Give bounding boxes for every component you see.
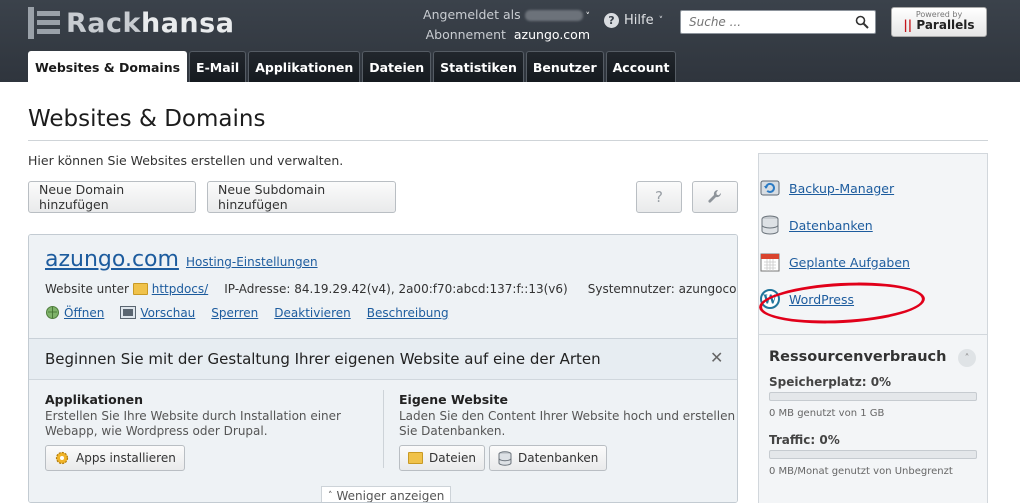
tab-statistics[interactable]: Statistiken: [433, 51, 524, 82]
tab-websites-domains[interactable]: Websites & Domains: [28, 51, 188, 82]
traffic-bar: [769, 450, 977, 459]
domain-info-row: Website unter httpdocs/ IP-Adresse: 84.1…: [45, 282, 736, 296]
main-tabs: Websites & Domains E-Mail Applikationen …: [28, 51, 677, 82]
backup-icon: [760, 180, 780, 196]
scheduled-tasks-link[interactable]: Geplante Aufgaben: [789, 255, 910, 270]
folder-icon: [408, 452, 423, 464]
tab-users[interactable]: Benutzer: [525, 51, 604, 82]
hosting-settings-link[interactable]: Hosting-Einstellungen: [186, 255, 318, 269]
subscription-value[interactable]: azungo.com: [514, 27, 590, 42]
logged-in-label: Angemeldet als: [423, 7, 521, 22]
disk-usage-note: 0 MB genutzt von 1 GB: [769, 408, 885, 419]
wrench-icon: [708, 189, 722, 203]
disk-usage-label: Speicherplatz: 0%: [769, 375, 892, 389]
globe-icon: [46, 306, 59, 319]
install-apps-button[interactable]: Apps installieren: [45, 445, 185, 471]
traffic-note: 0 MB/Monat genutzt von Unbegrenzt: [769, 466, 953, 477]
add-subdomain-button[interactable]: Neue Subdomain hinzufügen: [207, 181, 396, 213]
domain-actions: Öffnen Vorschau Sperren Deaktivieren Bes…: [45, 305, 449, 320]
question-icon: ?: [604, 13, 619, 28]
preview-icon: [120, 306, 137, 319]
resource-usage-title: Ressourcenverbrauch: [769, 349, 947, 365]
domain-name-link[interactable]: azungo.com: [45, 247, 179, 272]
tab-email[interactable]: E-Mail: [189, 51, 247, 82]
domain-card: azungo.com Hosting-Einstellungen Website…: [28, 234, 738, 503]
right-sidebar: Backup-Manager Datenbanken Geplante Aufg…: [758, 153, 988, 503]
install-apps-label: Apps installieren: [76, 451, 176, 465]
files-button[interactable]: Dateien: [399, 445, 486, 471]
apps-title: Applikationen: [45, 392, 144, 407]
domain-header: azungo.com Hosting-Einstellungen Website…: [29, 235, 737, 338]
tab-applications[interactable]: Applikationen: [248, 51, 361, 82]
disk-usage-bar: [769, 392, 977, 401]
page-title: Websites & Domains: [28, 106, 266, 132]
intro-text: Hier können Sie Websites erstellen und v…: [28, 153, 344, 168]
sidebar-item-scheduled-tasks[interactable]: Geplante Aufgaben: [760, 253, 910, 272]
system-user: Systemnutzer: azungoco: [587, 282, 737, 296]
database-icon: [761, 215, 779, 235]
database-icon: [498, 450, 512, 466]
preview-action[interactable]: Vorschau: [120, 306, 195, 320]
help-menu[interactable]: ? Hilfe ˅: [604, 13, 663, 28]
get-started-title: Beginnen Sie mit der Gestaltung Ihrer ei…: [45, 350, 601, 368]
column-divider: [383, 390, 384, 468]
docroot-link[interactable]: httpdocs/: [152, 282, 208, 296]
own-website-description: Laden Sie den Content Ihrer Website hoch…: [399, 409, 736, 438]
get-started-panel: Beginnen Sie mit der Gestaltung Ihrer ei…: [29, 338, 737, 503]
parallels-logo-icon: ||: [903, 18, 913, 32]
website-label: Website unter: [45, 282, 129, 296]
open-link[interactable]: Öffnen: [64, 306, 104, 320]
databases-button[interactable]: Datenbanken: [489, 445, 608, 471]
tab-account[interactable]: Account: [605, 51, 677, 82]
chevron-up-icon: ˄: [328, 490, 333, 501]
files-label: Dateien: [429, 451, 477, 465]
get-started-options: Applikationen Erstellen Sie Ihre Website…: [29, 379, 737, 503]
show-less-label: Weniger anzeigen: [336, 488, 445, 503]
logo-bars-icon: [28, 7, 60, 39]
preview-link[interactable]: Vorschau: [140, 306, 195, 320]
help-label: Hilfe: [624, 13, 654, 28]
add-domain-button[interactable]: Neue Domain hinzufügen: [28, 181, 196, 213]
traffic-label: Traffic: 0%: [769, 433, 840, 447]
search-box[interactable]: [680, 10, 876, 34]
parallels-name: Parallels: [916, 18, 975, 32]
gear-icon: [55, 451, 69, 465]
chevron-down-icon: ˅: [658, 15, 664, 26]
show-less-toggle[interactable]: ˄ Weniger anzeigen: [321, 486, 452, 503]
tab-files[interactable]: Dateien: [362, 51, 432, 82]
deactivate-link[interactable]: Deaktivieren: [274, 306, 350, 320]
help-button[interactable]: ?: [636, 181, 682, 213]
sidebar-item-backup[interactable]: Backup-Manager: [760, 180, 894, 196]
search-input[interactable]: [681, 11, 851, 33]
apps-description: Erstellen Sie Ihre Website durch Install…: [45, 409, 341, 438]
username-redacted[interactable]: [524, 10, 583, 21]
rackhansa-logo[interactable]: Rackhansa: [28, 6, 234, 40]
backup-manager-link[interactable]: Backup-Manager: [789, 181, 894, 196]
ip-address: IP-Adresse: 84.19.29.42(v4), 2a00:f70:ab…: [224, 282, 568, 296]
databases-link[interactable]: Datenbanken: [789, 218, 873, 233]
wordpress-highlight-circle: [758, 278, 926, 328]
own-website-title: Eigene Website: [399, 392, 508, 407]
account-info: Angemeldet als ˅ Abonnement azungo.com: [423, 7, 590, 42]
folder-icon: [132, 283, 148, 295]
calendar-icon: [760, 253, 780, 272]
subscription-label: Abonnement: [425, 27, 506, 42]
top-header: Rackhansa Angemeldet als ˅ Abonnement az…: [0, 0, 1020, 82]
title-divider: [28, 140, 988, 141]
sidebar-divider: [759, 334, 987, 335]
description-link[interactable]: Beschreibung: [367, 306, 449, 320]
open-action[interactable]: Öffnen: [45, 305, 104, 320]
suspend-link[interactable]: Sperren: [211, 306, 258, 320]
collapse-icon[interactable]: ˄: [958, 349, 976, 367]
close-icon[interactable]: ✕: [710, 348, 723, 367]
logo-text: Rackhansa: [66, 7, 235, 39]
settings-button[interactable]: [692, 181, 738, 213]
search-icon[interactable]: [855, 15, 869, 29]
databases-label: Datenbanken: [518, 451, 599, 465]
sidebar-item-databases[interactable]: Datenbanken: [761, 215, 873, 235]
parallels-badge[interactable]: Powered by || Parallels: [891, 7, 987, 37]
